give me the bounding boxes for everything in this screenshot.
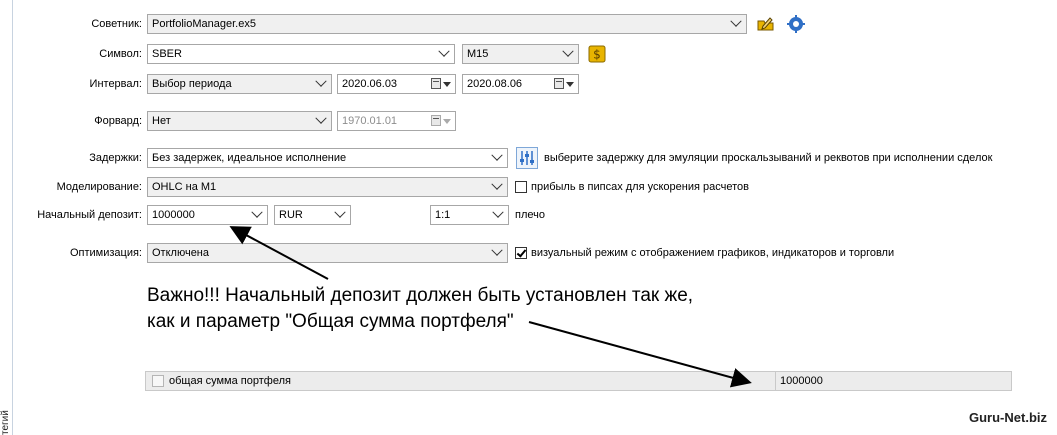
modeling-select[interactable]: OHLC на M1 [147,177,508,197]
caret-down-icon [443,82,451,87]
chevron-down-icon [730,15,742,27]
delays-label: Задержки: [89,152,142,164]
side-tab-label[interactable]: тегий [0,400,12,435]
symbol-value: SBER [152,48,182,60]
interval-value: Выбор периода [152,78,232,90]
date-to-picker[interactable]: 2020.08.06 [462,74,579,94]
expert-value: PortfolioManager.ex5 [152,18,256,30]
optimization-value: Отключена [152,247,209,259]
annotation-line-2: как и параметр "Общая сумма портфеля" [147,311,514,332]
chevron-down-icon [315,75,327,87]
caret-down-icon [443,119,451,124]
parameter-value[interactable]: 1000000 [780,372,823,390]
interval-select[interactable]: Выбор периода [147,74,332,94]
calendar-icon [431,78,441,89]
calendar-icon [431,115,441,126]
pencil-folder-icon [757,17,774,31]
chevron-down-icon [334,206,346,218]
interval-label: Интервал: [89,78,142,90]
dollar-icon: $ [588,45,606,63]
chevron-down-icon [491,178,503,190]
chevron-down-icon [438,45,450,57]
delays-value: Без задержек, идеальное исполнение [152,152,347,164]
date-to-value: 2020.08.06 [467,78,523,90]
forward-date-picker: 1970.01.01 [337,111,456,131]
forward-date-value: 1970.01.01 [342,115,398,127]
gear-icon [787,15,805,33]
symbol-properties-button[interactable]: $ [587,44,607,64]
calendar-icon [554,78,564,89]
date-from-picker[interactable]: 2020.06.03 [337,74,456,94]
annotation-note: Важно!!! Начальный депозит должен быть у… [147,283,747,335]
pips-profit-label: прибыль в пипсах для ускорения расчетов [531,181,749,193]
parameter-name: общая сумма портфеля [169,375,291,387]
expert-settings-button[interactable] [786,14,806,34]
forward-value: Нет [152,115,171,127]
deposit-value: 1000000 [152,209,195,221]
optimization-select[interactable]: Отключена [147,243,508,263]
chevron-down-icon [491,149,503,161]
chevron-down-icon [251,206,263,218]
column-divider [775,372,776,390]
delay-settings-button[interactable] [516,147,538,169]
sliders-icon [520,151,534,165]
expert-select[interactable]: PortfolioManager.ex5 [147,14,747,34]
optimization-label: Оптимизация: [69,247,142,259]
pips-profit-checkbox[interactable] [515,181,527,193]
leverage-select[interactable]: 1:1 [430,205,509,225]
deposit-label: Начальный депозит: [37,209,142,221]
deposit-select[interactable]: 1000000 [147,205,268,225]
forward-label: Форвард: [94,115,142,127]
symbol-label: Символ: [99,48,142,60]
symbol-select[interactable]: SBER [147,44,455,64]
chevron-down-icon [491,244,503,256]
timeframe-select[interactable]: M15 [462,44,579,64]
parameter-row[interactable]: общая сумма портфеля 1000000 [145,371,1012,391]
chevron-down-icon [315,112,327,124]
forward-select[interactable]: Нет [147,111,332,131]
modeling-label: Моделирование: [56,181,142,193]
svg-text:$: $ [593,48,601,62]
currency-select[interactable]: RUR [274,205,351,225]
date-from-value: 2020.06.03 [342,78,398,90]
delays-hint: выберите задержку для эмуляции проскальз… [544,152,993,164]
leverage-label: плечо [515,209,545,221]
visual-mode-checkbox[interactable] [515,247,527,259]
watermark: Guru-Net.biz [969,410,1047,425]
modeling-value: OHLC на M1 [152,181,217,193]
chevron-down-icon [492,206,504,218]
timeframe-value: M15 [467,48,489,60]
leverage-value: 1:1 [435,209,451,221]
parameter-checkbox[interactable] [152,375,164,387]
delays-select[interactable]: Без задержек, идеальное исполнение [147,148,508,168]
currency-value: RUR [279,209,303,221]
caret-down-icon [566,82,574,87]
edit-expert-button[interactable] [756,14,776,34]
visual-mode-label: визуальный режим с отображением графиков… [531,247,895,259]
chevron-down-icon [562,45,574,57]
annotation-line-1: Важно!!! Начальный депозит должен быть у… [147,285,694,306]
expert-label: Советник: [91,18,142,30]
